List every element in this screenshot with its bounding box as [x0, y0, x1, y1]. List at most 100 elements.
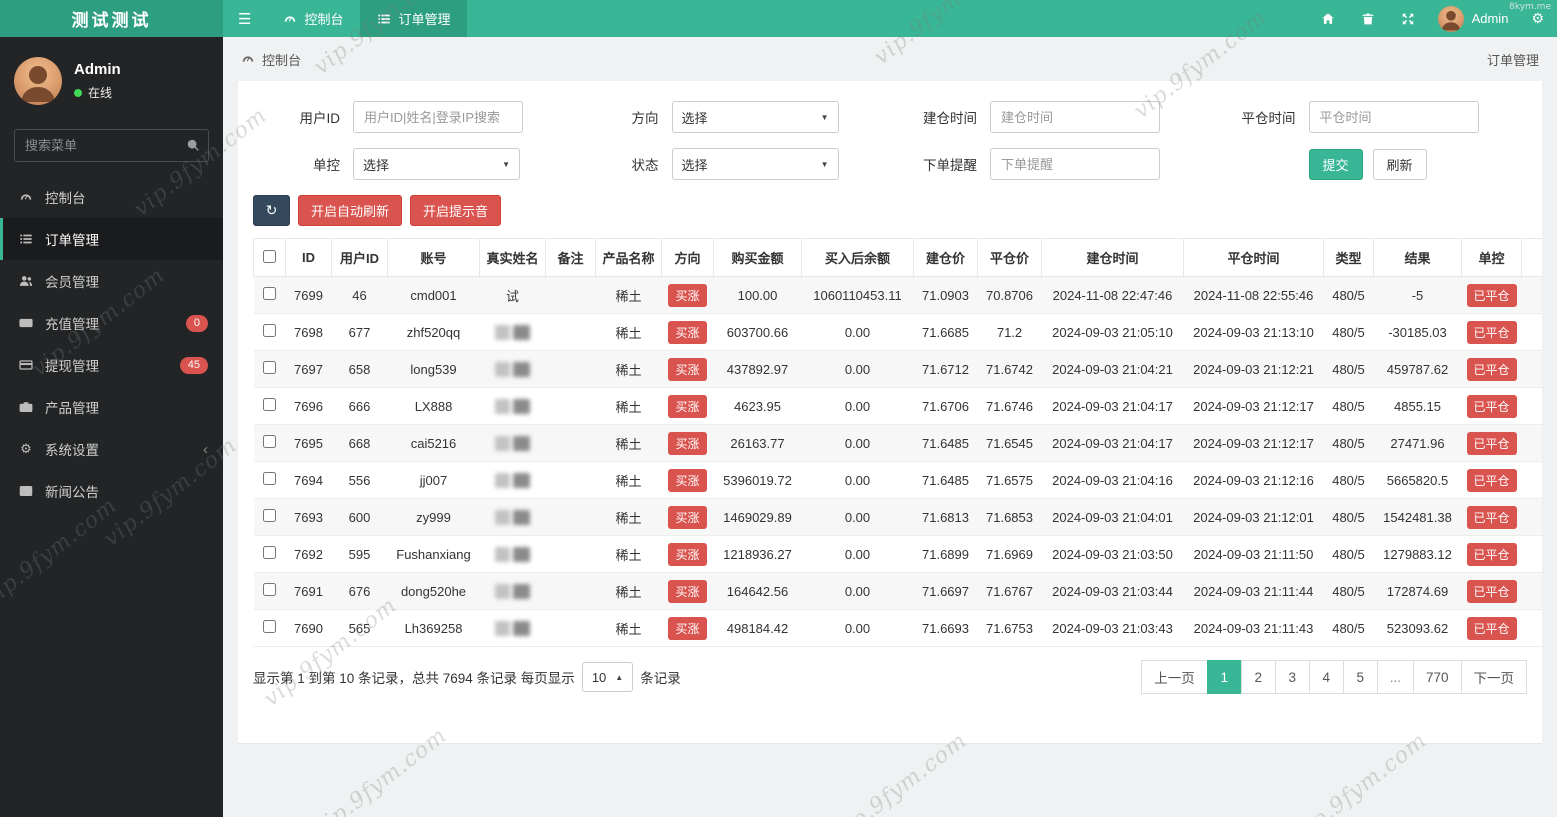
- table-row: 7690565Lh369258稀土买涨498184.420.0071.66937…: [254, 610, 1543, 647]
- user-id-input[interactable]: [353, 101, 523, 133]
- cell-product: 稀土: [596, 610, 662, 647]
- online-dot-icon: [74, 89, 82, 97]
- clear-cache-button[interactable]: [1348, 0, 1388, 37]
- cell-open-price: 71.6706: [914, 388, 978, 425]
- row-checkbox[interactable]: [263, 324, 276, 337]
- cell-open-time: 2024-09-03 21:04:21: [1042, 351, 1184, 388]
- cell-close-price: 71.6767: [978, 573, 1042, 610]
- cell-control: 已平仓: [1462, 388, 1522, 425]
- cell-type: 480/5: [1324, 610, 1374, 647]
- open-time-input[interactable]: [990, 101, 1160, 133]
- auto-refresh-button[interactable]: 开启自动刷新: [298, 195, 402, 226]
- select-all-checkbox[interactable]: [263, 250, 276, 263]
- cell-id: 7697: [286, 351, 332, 388]
- dashboard-icon: [283, 12, 297, 26]
- column-header: 用户ID: [332, 239, 388, 277]
- row-checkbox[interactable]: [263, 546, 276, 559]
- row-checkbox[interactable]: [263, 583, 276, 596]
- submit-button[interactable]: 提交: [1309, 149, 1363, 180]
- direction-select[interactable]: 选择 ▼: [672, 101, 839, 133]
- topnav-console[interactable]: 控制台: [266, 0, 360, 37]
- row-checkbox[interactable]: [263, 361, 276, 374]
- sidebar-item-settings[interactable]: ⚙ 系统设置 ‹: [0, 428, 223, 470]
- closed-badge: 已平仓: [1467, 284, 1517, 307]
- cell-close-price: 71.6575: [978, 462, 1042, 499]
- cell-product: 稀土: [596, 277, 662, 314]
- cell-open-time: 2024-09-03 21:04:01: [1042, 499, 1184, 536]
- cell-control: 已平仓: [1462, 425, 1522, 462]
- row-checkbox[interactable]: [263, 398, 276, 411]
- row-select-cell: [254, 462, 286, 499]
- row-select-cell: [254, 573, 286, 610]
- row-checkbox[interactable]: [263, 472, 276, 485]
- page-button[interactable]: 3: [1275, 660, 1310, 694]
- cell-close-time: 2024-09-03 21:12:21: [1184, 351, 1324, 388]
- censored-name: [495, 473, 510, 488]
- home-button[interactable]: [1308, 0, 1348, 37]
- row-select-cell: [254, 610, 286, 647]
- cell-balance-after: 0.00: [802, 536, 914, 573]
- page-button[interactable]: 2: [1241, 660, 1276, 694]
- cell-action: ⊙关: [1522, 536, 1543, 573]
- closed-badge: 已平仓: [1467, 580, 1517, 603]
- sidebar-item-withdraw[interactable]: 提现管理 45: [0, 344, 223, 386]
- page-button[interactable]: 5: [1343, 660, 1378, 694]
- close-time-input[interactable]: [1309, 101, 1479, 133]
- cell-id: 7695: [286, 425, 332, 462]
- sidebar-toggle-button[interactable]: ☰: [223, 0, 266, 37]
- orders-table-scroll[interactable]: ID用户ID账号真实姓名备注产品名称方向购买金额买入后余额建仓价平仓价建仓时间平…: [253, 238, 1542, 647]
- closed-badge: 已平仓: [1467, 358, 1517, 381]
- cell-control: 已平仓: [1462, 536, 1522, 573]
- refresh-icon: ↻: [266, 202, 278, 218]
- page-button[interactable]: 770: [1413, 660, 1462, 694]
- page-button[interactable]: 1: [1207, 660, 1242, 694]
- row-checkbox[interactable]: [263, 509, 276, 522]
- cell-result: -5: [1374, 277, 1462, 314]
- filter-status: 状态 选择 ▼: [572, 148, 891, 180]
- cell-amount: 498184.42: [714, 610, 802, 647]
- refresh-button[interactable]: 刷新: [1373, 149, 1427, 180]
- row-select-cell: [254, 351, 286, 388]
- row-select-cell: [254, 277, 286, 314]
- order-remind-input[interactable]: [990, 148, 1160, 180]
- sidebar-item-members[interactable]: 会员管理: [0, 260, 223, 302]
- single-control-select[interactable]: 选择 ▼: [353, 148, 520, 180]
- prev-page-button[interactable]: 上一页: [1141, 660, 1208, 694]
- sidebar-item-console[interactable]: 控制台: [0, 176, 223, 218]
- admin-label: Admin: [1472, 11, 1509, 26]
- page-button[interactable]: 4: [1309, 660, 1344, 694]
- cell-open-price: 71.6697: [914, 573, 978, 610]
- user-menu[interactable]: Admin: [1428, 6, 1519, 32]
- sidebar-item-recharge[interactable]: 充值管理 0: [0, 302, 223, 344]
- page-size-select[interactable]: 10 ▲: [582, 662, 633, 692]
- censored-name: [495, 510, 510, 525]
- sidebar-item-news[interactable]: 新闻公告: [0, 470, 223, 512]
- sidebar-user-panel: Admin 在线: [0, 37, 223, 115]
- table-row: 769946cmd001试稀土买涨100.001060110453.1171.0…: [254, 277, 1543, 314]
- cell-product: 稀土: [596, 573, 662, 610]
- topnav-orders[interactable]: 订单管理: [360, 0, 467, 37]
- cell-amount: 100.00: [714, 277, 802, 314]
- cell-id: 7692: [286, 536, 332, 573]
- next-page-button[interactable]: 下一页: [1461, 660, 1528, 694]
- cell-real-name: 试: [480, 277, 546, 314]
- row-checkbox[interactable]: [263, 435, 276, 448]
- filter-row-1: 用户ID 方向 选择 ▼ 建仓时间 平仓时间: [253, 101, 1527, 133]
- reload-table-button[interactable]: ↻: [253, 195, 290, 226]
- status-select[interactable]: 选择 ▼: [672, 148, 839, 180]
- table-header-row: ID用户ID账号真实姓名备注产品名称方向购买金额买入后余额建仓价平仓价建仓时间平…: [254, 239, 1543, 277]
- credit-card-icon: [18, 358, 34, 372]
- closed-badge: 已平仓: [1467, 617, 1517, 640]
- settings-button[interactable]: ⚙: [1518, 0, 1557, 37]
- menu-search-input[interactable]: [14, 129, 209, 162]
- cell-control: 已平仓: [1462, 610, 1522, 647]
- user-status: 在线: [74, 84, 121, 101]
- cell-type: 480/5: [1324, 573, 1374, 610]
- row-checkbox[interactable]: [263, 287, 276, 300]
- sound-alert-button[interactable]: 开启提示音: [410, 195, 501, 226]
- sidebar-item-products[interactable]: 产品管理: [0, 386, 223, 428]
- row-checkbox[interactable]: [263, 620, 276, 633]
- fullscreen-button[interactable]: [1388, 0, 1428, 37]
- sidebar-item-orders[interactable]: 订单管理: [0, 218, 223, 260]
- money-icon: [18, 316, 34, 330]
